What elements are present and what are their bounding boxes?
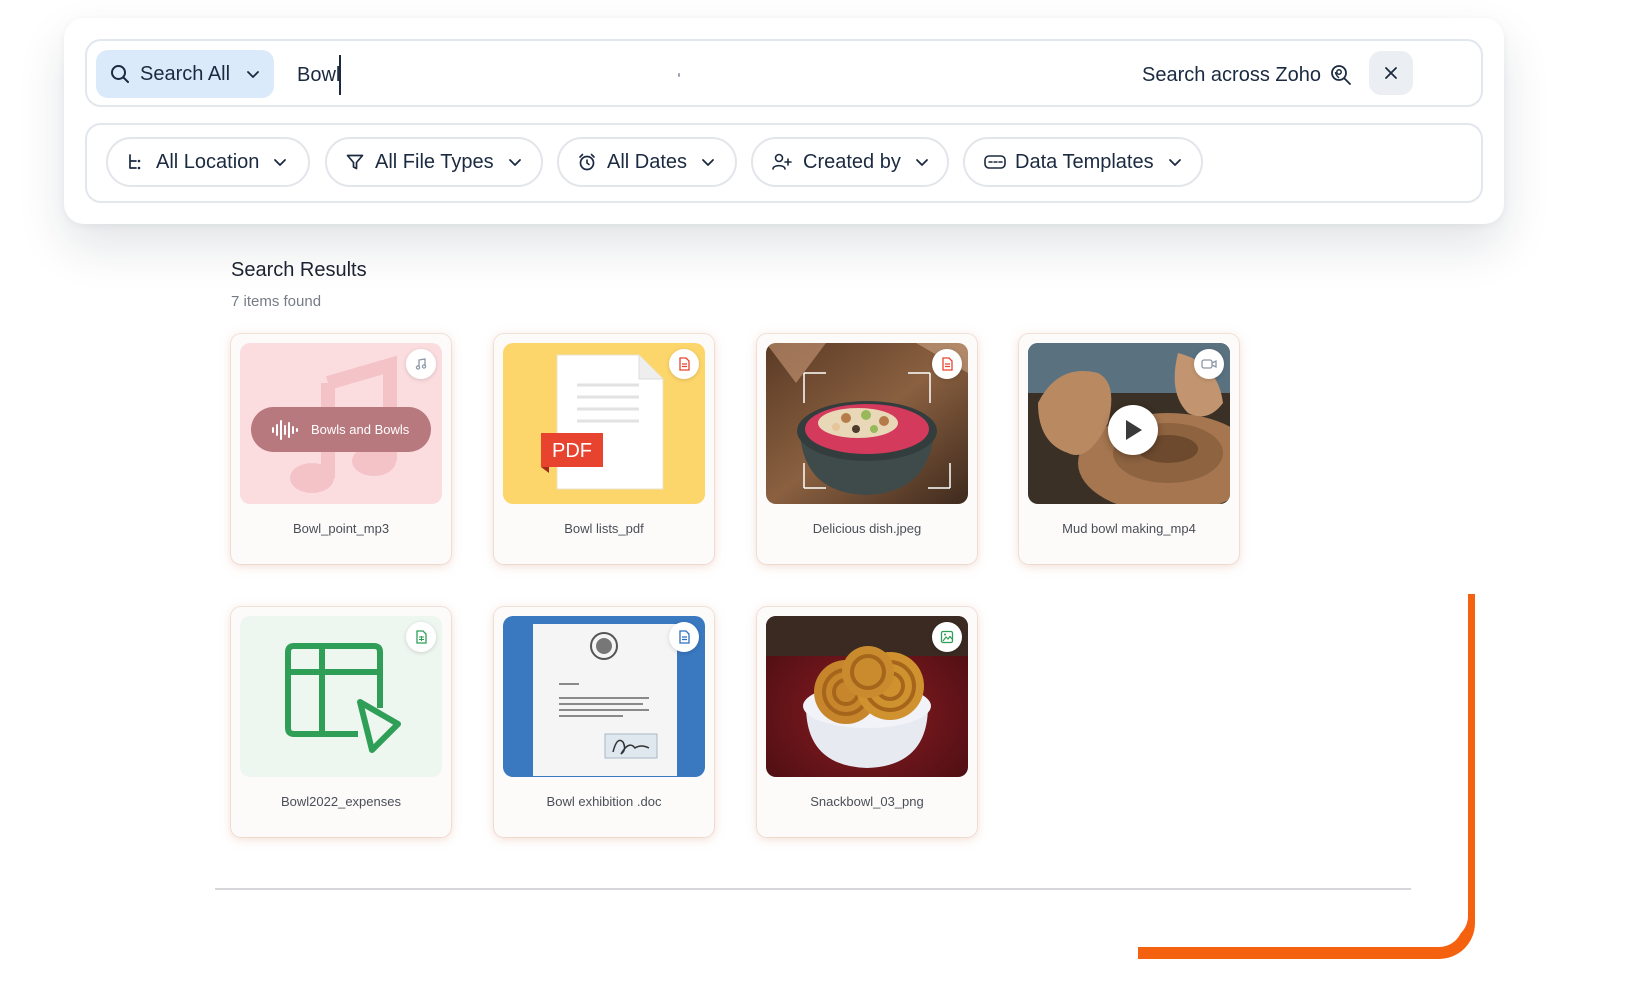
file-name: Bowl exhibition .doc: [546, 794, 662, 809]
file-name: Snackbowl_03_png: [810, 794, 924, 809]
audio-player-pill[interactable]: Bowls and Bowls: [251, 407, 431, 452]
video-camera-badge-icon: [1194, 349, 1224, 379]
file-name: Delicious dish.jpeg: [812, 521, 922, 536]
results-count: 7 items found: [231, 293, 322, 310]
chevron-down-icon: [702, 159, 714, 166]
sheet-badge-icon: [406, 622, 436, 652]
search-bar: Search All Search across Zoho: [85, 39, 1483, 107]
search-location-icon: [1331, 65, 1351, 85]
image-badge-icon: [932, 622, 962, 652]
location-tree-icon: [129, 154, 141, 170]
waveform-icon: [272, 419, 298, 440]
play-icon: [1126, 420, 1142, 440]
result-card-video[interactable]: Mud bowl making_mp4: [1019, 334, 1239, 564]
search-icon: [111, 65, 129, 83]
search-scope-label: Search All: [140, 62, 231, 85]
video-thumbnail: [1028, 343, 1230, 504]
search-input[interactable]: [297, 53, 897, 97]
filter-bar: All Location All File Types All Dates Cr…: [85, 123, 1483, 203]
result-card-pdf[interactable]: PDF Bowl lists_pdf: [494, 334, 714, 564]
chevron-down-icon: [247, 71, 259, 78]
file-name: Mud bowl making_mp4: [1062, 521, 1196, 536]
music-badge-icon: [406, 349, 436, 379]
chevron-down-icon: [1168, 159, 1181, 166]
pdf-thumbnail: PDF: [503, 343, 705, 504]
filter-file-types-dropdown[interactable]: All File Types: [325, 137, 543, 187]
text-caret: [339, 55, 341, 95]
pdf-badge-icon: [669, 349, 699, 379]
filter-dates-dropdown[interactable]: All Dates: [557, 137, 737, 187]
filter-dates-label: All Dates: [607, 150, 688, 173]
divider-dot: [678, 73, 680, 77]
filter-location-dropdown[interactable]: All Location: [106, 137, 310, 187]
document-thumbnail: [503, 616, 705, 777]
results-title: Search Results: [231, 259, 367, 281]
spreadsheet-thumbnail: [240, 616, 442, 777]
chevron-down-icon: [915, 159, 928, 166]
audio-title: Bowls and Bowls: [311, 422, 410, 437]
search-panel: Search All Search across Zoho: [64, 18, 1504, 224]
result-card-audio[interactable]: Bowls and Bowls Bowl_point_mp3: [231, 334, 451, 564]
alarm-clock-icon: [579, 153, 595, 171]
filter-file-types-label: All File Types: [375, 150, 494, 173]
audio-thumbnail: Bowls and Bowls: [240, 343, 442, 504]
filter-data-templates-label: Data Templates: [1015, 150, 1154, 173]
file-name: Bowl2022_expenses: [281, 794, 401, 809]
close-icon: [1385, 67, 1397, 79]
filter-data-templates-dropdown[interactable]: Data Templates: [963, 137, 1203, 187]
search-scope-dropdown[interactable]: Search All: [96, 50, 274, 98]
chevron-down-icon: [508, 159, 521, 166]
template-icon: [984, 155, 1006, 169]
pdf-label: PDF: [552, 440, 592, 462]
clear-search-button[interactable]: [1369, 51, 1413, 95]
document-badge-icon: [932, 349, 962, 379]
filter-created-by-dropdown[interactable]: Created by: [751, 137, 949, 187]
image-thumbnail: [766, 343, 968, 504]
file-name: Bowl lists_pdf: [564, 521, 644, 536]
bottom-divider: [215, 888, 1411, 890]
image-thumbnail: [766, 616, 968, 777]
play-button[interactable]: [1108, 405, 1158, 455]
result-card-document[interactable]: Bowl exhibition .doc: [494, 607, 714, 837]
file-name: Bowl_point_mp3: [292, 521, 390, 536]
filter-location-label: All Location: [156, 150, 260, 173]
add-user-icon: [772, 153, 792, 170]
result-card-image[interactable]: Snackbowl_03_png: [757, 607, 977, 837]
search-across-zoho-button[interactable]: Search across Zoho: [1142, 59, 1353, 91]
result-card-spreadsheet[interactable]: Bowl2022_expenses: [231, 607, 451, 837]
result-card-image[interactable]: Delicious dish.jpeg: [757, 334, 977, 564]
filter-created-by-label: Created by: [803, 150, 901, 173]
chevron-down-icon: [274, 159, 287, 166]
writer-document-badge-icon: [669, 622, 699, 652]
search-across-label: Search across Zoho: [1142, 63, 1321, 86]
filter-funnel-icon: [346, 154, 364, 170]
